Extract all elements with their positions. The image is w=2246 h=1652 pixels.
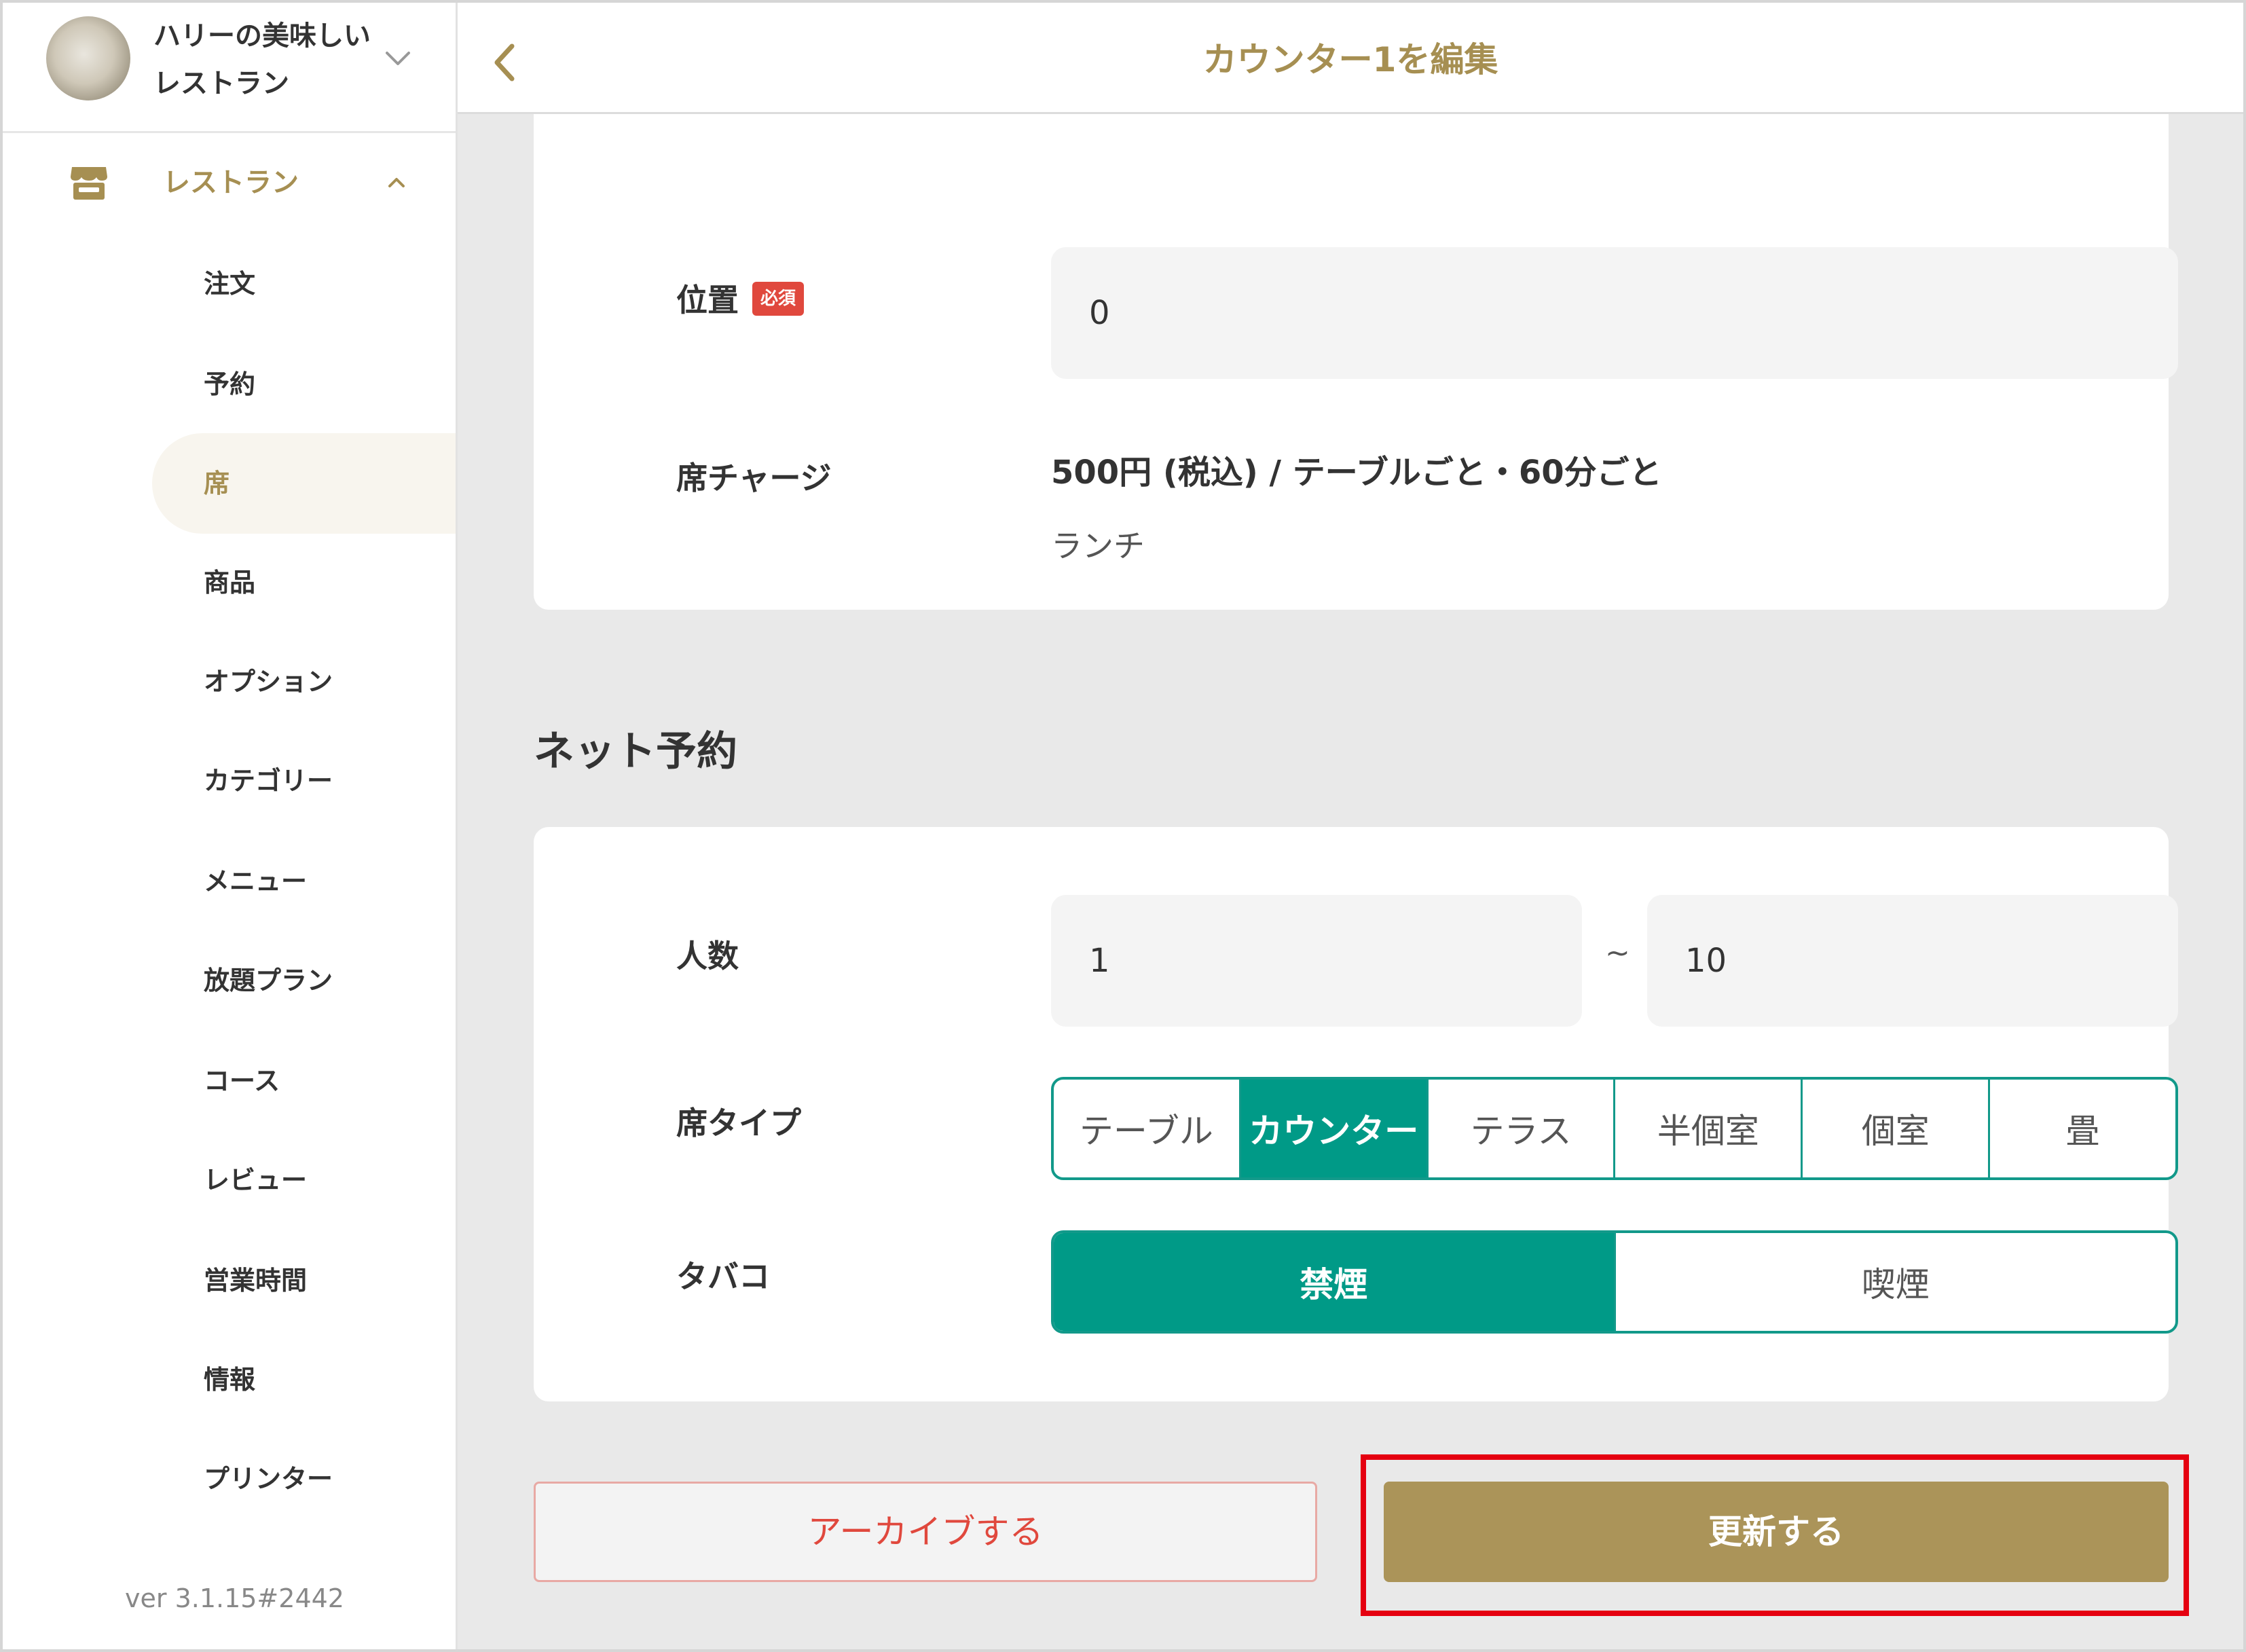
seat-charge-value: 500円 (税込) / テーブルごと・60分ごと [1051, 454, 1662, 492]
tobacco-label: タバコ [676, 1258, 770, 1295]
sidebar-item-products[interactable]: 商品 [152, 532, 456, 633]
restaurant-switcher[interactable]: ハリーの美味しい レストラン [3, 3, 456, 133]
chevron-up-icon[interactable] [383, 172, 410, 193]
restaurant-name: ハリーの美味しい レストラン [153, 12, 378, 107]
seat-type-option-counter[interactable]: カウンター [1240, 1080, 1429, 1177]
sidebar-item-info[interactable]: 情報 [152, 1329, 456, 1430]
restaurant-name-line2: レストラン [153, 68, 289, 99]
chevron-down-icon[interactable] [383, 43, 413, 73]
top-bar: カウンター1を編集 [458, 3, 2243, 114]
seat-type-option-tatami[interactable]: 畳 [1990, 1080, 2175, 1177]
sidebar-item-unlimited-plans[interactable]: 放題プラン [152, 930, 456, 1031]
net-reservation-heading: ネット予約 [534, 728, 737, 775]
sidebar-item-categories[interactable]: カテゴリー [152, 731, 456, 831]
sidebar-item-reservations[interactable]: 予約 [152, 334, 456, 435]
sidebar-item-printers[interactable]: プリンター [152, 1429, 456, 1529]
position-label: 位置 必須 [676, 276, 805, 320]
sidebar-section-restaurant[interactable]: レストラン [3, 139, 456, 227]
people-label: 人数 [676, 938, 739, 974]
seat-type-option-terrace[interactable]: テラス [1429, 1080, 1616, 1177]
people-max-input[interactable]: 10 [1647, 895, 2178, 1027]
update-button[interactable]: 更新する [1384, 1482, 2169, 1582]
main-content: 位置 必須 0 席チャージ 500円 (税込) / テーブルごと・60分ごと ラン… [458, 114, 2243, 1649]
seat-type-selector: テーブル カウンター テラス 半個室 個室 畳 [1051, 1077, 2178, 1180]
sidebar-item-orders[interactable]: 注文 [152, 234, 456, 334]
seat-details-card: 位置 必須 0 席チャージ 500円 (税込) / テーブルごと・60分ごと ラン… [534, 114, 2178, 610]
position-input[interactable]: 0 [1051, 247, 2178, 379]
page-title: カウンター1を編集 [1202, 40, 1498, 79]
archive-button[interactable]: アーカイブする [534, 1482, 1317, 1582]
required-badge: 必須 [752, 281, 805, 316]
sidebar-section-label: レストラン [163, 167, 299, 198]
tobacco-option-non-smoking[interactable]: 禁煙 [1054, 1233, 1616, 1331]
seat-type-label: 席タイプ [676, 1105, 801, 1141]
restaurant-avatar [46, 16, 130, 100]
sidebar-item-courses[interactable]: コース [152, 1031, 456, 1131]
seat-type-option-semi-private[interactable]: 半個室 [1615, 1080, 1803, 1177]
store-icon [71, 167, 107, 200]
tobacco-selector: 禁煙 喫煙 [1051, 1230, 2178, 1334]
sidebar-item-business-hours[interactable]: 営業時間 [152, 1230, 456, 1331]
restaurant-name-line1: ハリーの美味しい [153, 20, 371, 52]
net-reservation-card: 人数 1 ~ 10 席タイプ テーブル カウンター テラス 半個室 個室 畳 タ… [534, 827, 2178, 1401]
seat-type-option-table[interactable]: テーブル [1054, 1080, 1241, 1177]
sidebar-item-seats[interactable]: 席 [152, 433, 456, 534]
sidebar-item-reviews[interactable]: レビュー [152, 1130, 456, 1230]
sidebar-item-menu[interactable]: メニュー [152, 831, 456, 932]
tobacco-option-smoking[interactable]: 喫煙 [1616, 1233, 2176, 1331]
sidebar: ハリーの美味しい レストラン レストラン 注文 予約 席 商品 オプション カテ… [3, 3, 458, 1649]
position-label-text: 位置 [676, 282, 739, 318]
version-label: ver 3.1.15#2442 [125, 1583, 344, 1613]
people-min-input[interactable]: 1 [1051, 895, 1582, 1027]
range-separator: ~ [1605, 936, 1630, 970]
seat-type-option-private[interactable]: 個室 [1803, 1080, 1991, 1177]
sidebar-item-options[interactable]: オプション [152, 631, 456, 732]
seat-charge-sub: ランチ [1051, 528, 1145, 564]
seat-charge-label: 席チャージ [676, 460, 832, 496]
